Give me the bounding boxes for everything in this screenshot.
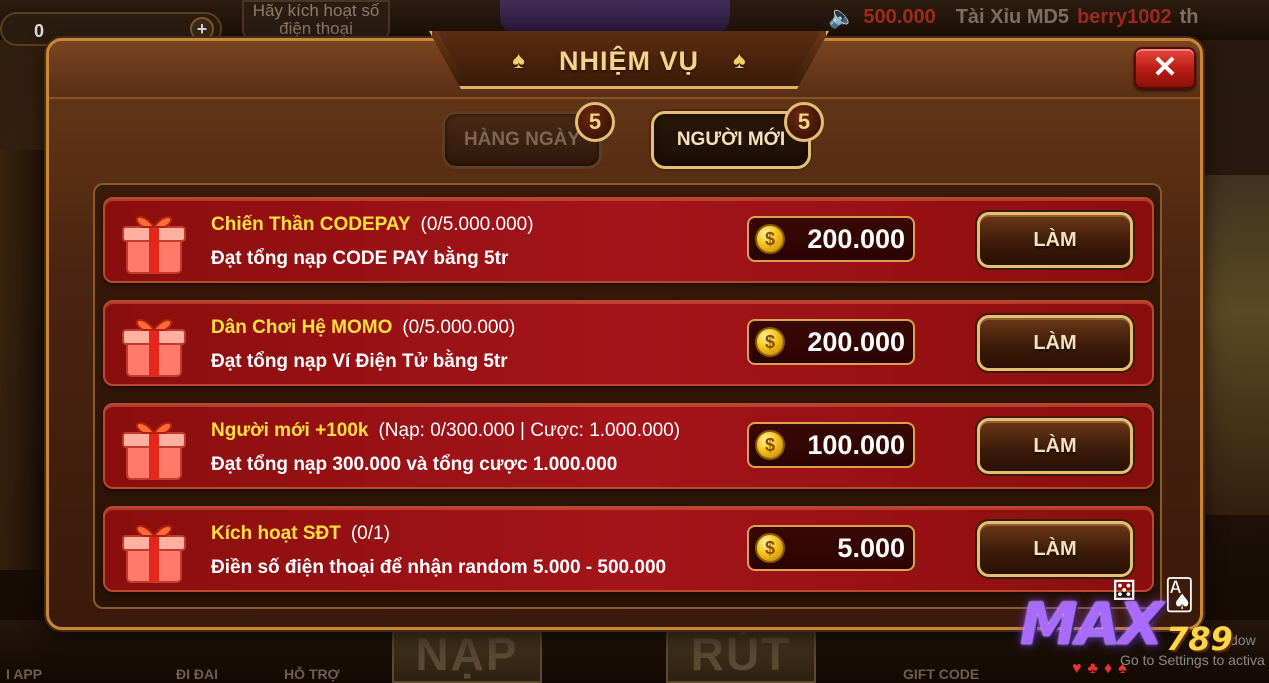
reward-value: 5.000: [837, 533, 905, 563]
spade-icon: ♠: [733, 47, 746, 74]
modal-title-row: ♠ NHIỆM VỤ ♠: [429, 41, 829, 81]
tab-daily[interactable]: HÀNG NGÀY 5: [442, 102, 615, 169]
mission-row: Dân Chơi Hệ MOMO (0/5.000.000) Đạt tổng n…: [103, 300, 1154, 386]
mission-progress: (Nạp: 0/300.000 | Cược: 1.000.000): [378, 420, 681, 441]
reward-box: $ 5.000: [747, 525, 915, 571]
lobby-right-game-card: [1200, 175, 1269, 515]
mission-row: Kích hoạt SĐT (0/1) Điền số điện thoại để…: [103, 506, 1154, 592]
reward-value: 200.000: [807, 224, 905, 254]
coin-icon: $: [755, 430, 785, 460]
do-mission-button[interactable]: LÀM: [977, 212, 1133, 268]
mission-progress: (0/5.000.000): [420, 214, 534, 235]
tab-new-player[interactable]: NGƯỜI MỚI 5: [651, 102, 824, 169]
mission-title-line: Dân Chơi Hệ MOMO (0/5.000.000): [211, 317, 515, 339]
brand-name: MAX: [1020, 590, 1163, 658]
gift-box-icon: [122, 421, 186, 480]
lobby-top-logo: [500, 0, 730, 36]
coin-icon: $: [755, 533, 785, 563]
lobby-bottom-label-giftcode[interactable]: GIFT CODE: [903, 666, 979, 682]
gift-box-icon: [122, 215, 186, 274]
brand-logo: ⚄ 🂡 MAX 789 ♥♣♦♠: [1016, 575, 1261, 680]
mission-row: Chiến Thần CODEPAY (0/5.000.000) Đạt tổng…: [103, 197, 1154, 283]
ticker-amount: 500.000: [863, 5, 936, 28]
mission-name: Chiến Thần CODEPAY: [211, 214, 411, 235]
ticker-game: Tài Xỉu MD5: [955, 5, 1070, 28]
lobby-bottom-label-app[interactable]: I APP: [6, 666, 42, 682]
mission-description: Đạt tổng nạp Ví Điện Tử bằng 5tr: [211, 351, 508, 372]
lobby-activate-phone-button[interactable]: Hãy kích hoạt số điện thoại: [242, 0, 390, 40]
modal-title: NHIỆM VỤ: [558, 45, 699, 76]
do-mission-button[interactable]: LÀM: [977, 315, 1133, 371]
mission-name: Dân Chơi Hệ MOMO: [211, 317, 393, 338]
reward-value: 100.000: [807, 430, 905, 460]
card-suits-icon: ♥♣♦♠: [1072, 660, 1133, 677]
lobby-bottom-label-agent[interactable]: ĐI ĐAI: [176, 666, 218, 682]
mission-modal: ♠ NHIỆM VỤ ♠ ✕ HÀNG NGÀY 5 NGƯỜI MỚI 5 C…: [46, 31, 1203, 630]
do-mission-button[interactable]: LÀM: [977, 418, 1133, 474]
lobby-bottom-label-support[interactable]: HỖ TRỢ: [284, 666, 340, 682]
reward-box: $ 200.000: [747, 216, 915, 262]
mission-description: Điền số điện thoại để nhận random 5.000 …: [211, 557, 667, 578]
ticker-user: berry1002: [1077, 5, 1172, 28]
reward-box: $ 200.000: [747, 319, 915, 365]
ticker-tail: th: [1179, 5, 1199, 28]
gift-box-icon: [122, 318, 186, 377]
close-icon: ✕: [1152, 51, 1178, 84]
tab-daily-badge: 5: [575, 102, 615, 142]
gift-box-icon: [122, 524, 186, 583]
mission-progress: (0/1): [350, 523, 390, 544]
tab-new-player-badge: 5: [784, 102, 824, 142]
lobby-withdraw-button[interactable]: RÚT: [666, 626, 816, 683]
playing-cards-icon: 🂡: [1164, 579, 1195, 612]
mission-row: Người mới +100k (Nạp: 0/300.000 | Cược: 1…: [103, 403, 1154, 489]
mission-name: Kích hoạt SĐT: [211, 523, 341, 544]
mission-list: Chiến Thần CODEPAY (0/5.000.000) Đạt tổng…: [93, 183, 1162, 609]
tab-new-player-label: NGƯỜI MỚI: [676, 129, 786, 150]
mission-title-line: Kích hoạt SĐT (0/1): [211, 523, 390, 545]
mission-description: Đạt tổng nạp 300.000 và tổng cược 1.000.…: [211, 454, 618, 475]
reward-box: $ 100.000: [747, 422, 915, 468]
close-button[interactable]: ✕: [1134, 47, 1196, 89]
mission-title-line: Người mới +100k (Nạp: 0/300.000 | Cược: 1…: [211, 420, 680, 442]
lobby-news-ticker: 🔈 500.000 Tài Xỉu MD5 berry1002 th: [828, 2, 1198, 32]
do-mission-button[interactable]: LÀM: [977, 521, 1133, 577]
lobby-left-games: [0, 150, 48, 570]
lobby-coin-value: 0: [34, 21, 45, 41]
lobby-deposit-button[interactable]: NẠP: [392, 626, 542, 683]
reward-value: 200.000: [807, 327, 905, 357]
brand-number: 789: [1166, 620, 1233, 658]
mission-name: Người mới +100k: [211, 420, 369, 441]
mission-progress: (0/5.000.000): [402, 317, 516, 338]
mission-description: Đạt tổng nạp CODE PAY bằng 5tr: [211, 248, 509, 269]
spade-icon: ♠: [512, 47, 525, 74]
speaker-icon: 🔈: [828, 4, 856, 29]
mission-title-line: Chiến Thần CODEPAY (0/5.000.000): [211, 214, 534, 236]
coin-icon: $: [755, 327, 785, 357]
tab-daily-label: HÀNG NGÀY: [463, 129, 581, 150]
coin-icon: $: [755, 224, 785, 254]
